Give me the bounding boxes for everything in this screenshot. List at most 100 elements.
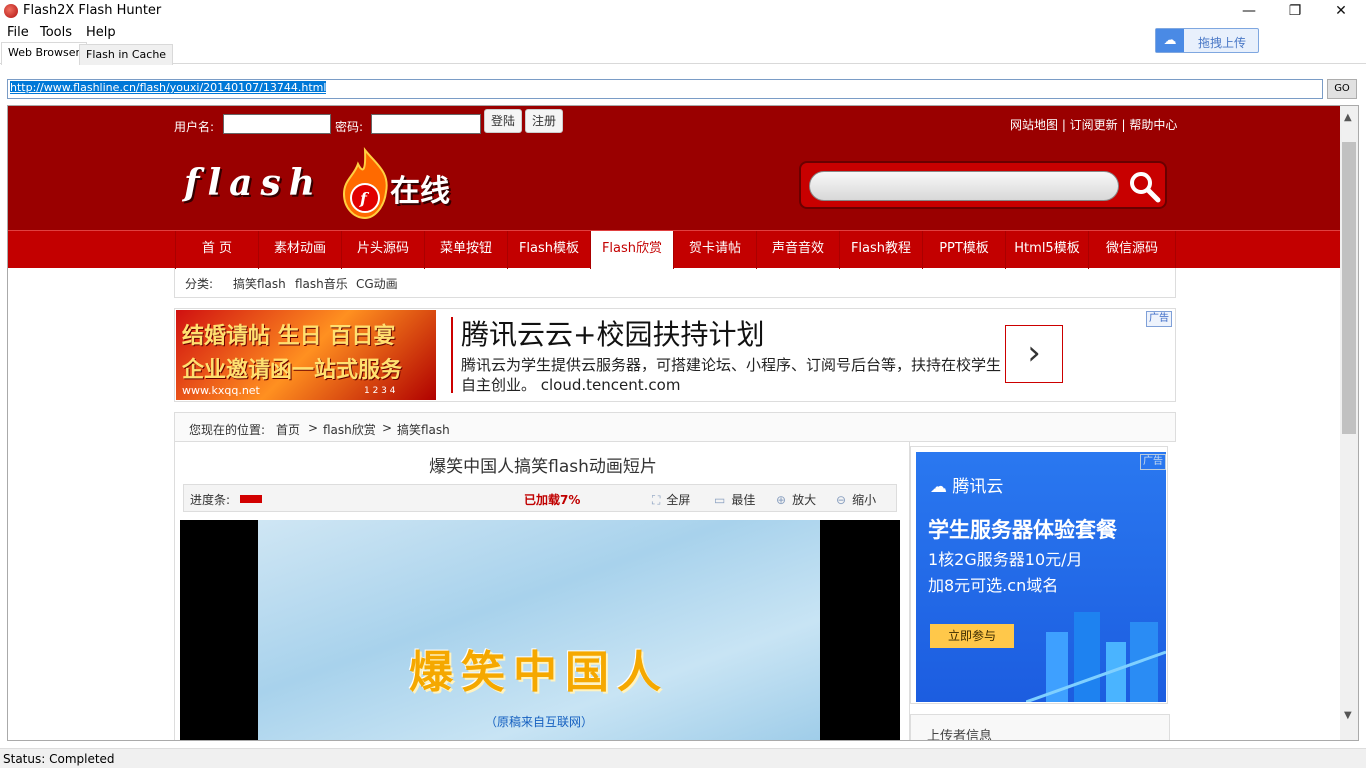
register-button[interactable]: 注册 xyxy=(525,109,563,133)
status-bar: Status: Completed xyxy=(0,748,1366,768)
loaded-text: 已加载7% xyxy=(524,493,581,507)
category-label: 分类: xyxy=(185,277,214,291)
go-button[interactable]: GO xyxy=(1327,79,1357,99)
uploader-title: 上传者信息 xyxy=(927,729,993,741)
browser-viewport[interactable]: 用户名: 密码: 登陆 注册 网站地图 | 订阅更新 | 帮助中心 flash … xyxy=(7,105,1359,741)
login-button[interactable]: 登陆 xyxy=(484,109,522,133)
breadcrumb-item[interactable]: flash欣赏 xyxy=(323,421,376,438)
ad-description[interactable]: 腾讯云为学生提供云服务器，可搭建论坛、小程序、订阅号后台等，扶持在校学生自主创业… xyxy=(461,355,1001,395)
menu-help[interactable]: Help xyxy=(86,25,116,40)
flash-title: 爆笑中国人搞笑flash动画短片 xyxy=(429,457,657,477)
username-input[interactable] xyxy=(223,114,331,134)
uploader-info: 上传者信息 xyxy=(910,714,1170,741)
nav-item-materials[interactable]: 素材动画 xyxy=(259,231,342,269)
top-links[interactable]: 网站地图 | 订阅更新 | 帮助中心 xyxy=(1010,116,1177,133)
movie-heading: 爆笑中国人 xyxy=(409,647,669,698)
nav-item-home[interactable]: 首 页 xyxy=(176,231,259,269)
category-item[interactable]: 搞笑flash xyxy=(233,275,286,292)
search-icon[interactable] xyxy=(1127,169,1161,203)
tencent-cloud-logo: ☁ 腾讯云 xyxy=(930,477,1004,497)
flash-screen: 爆笑中国人 （原稿来自互联网） xyxy=(258,520,820,740)
side-ad-line1: 1核2G服务器10元/月 xyxy=(928,550,1083,569)
password-label: 密码: xyxy=(335,120,364,134)
category-item[interactable]: flash音乐 xyxy=(295,275,348,292)
best-fit-icon: ▭ xyxy=(714,493,726,507)
nav-item-html5-templates[interactable]: Html5模板 xyxy=(1006,231,1089,269)
nav-item-sound-effects[interactable]: 声音音效 xyxy=(757,231,840,269)
nav-item-flash-templates[interactable]: Flash模板 xyxy=(508,231,591,269)
scroll-down-icon[interactable]: ▼ xyxy=(1344,710,1352,721)
restore-button[interactable]: ❐ xyxy=(1272,0,1318,22)
fullscreen-button[interactable]: ⛶ 全屏 xyxy=(652,491,690,508)
player-panel: 爆笑中国人搞笑flash动画短片 进度条: 已加载7% ⛶ 全屏 ▭ 最佳 ⊕ 放大 … xyxy=(174,442,910,740)
ad-banner-url: www.kxqq.net xyxy=(182,384,260,397)
movie-subtitle: （原稿来自互联网） xyxy=(484,715,593,729)
menu-tools[interactable]: Tools xyxy=(40,25,72,40)
ad-separator xyxy=(451,317,453,393)
vertical-scrollbar[interactable]: ▲ ▼ xyxy=(1340,106,1358,740)
flash-movie[interactable]: 爆笑中国人 （原稿来自互联网） xyxy=(180,520,900,740)
main-nav: 首 页 素材动画 片头源码 菜单按钮 Flash模板 Flash欣赏 贺卡请帖 … xyxy=(8,230,1340,269)
menu-file[interactable]: File xyxy=(7,25,29,40)
breadcrumb-item[interactable]: 首页 xyxy=(276,421,300,438)
scroll-thumb[interactable] xyxy=(1342,142,1356,434)
search-box xyxy=(799,161,1167,209)
side-ad[interactable]: ☁ 腾讯云 学生服务器体验套餐 1核2G服务器10元/月 加8元可选.cn域名 … xyxy=(910,446,1168,704)
title-bar: Flash2X Flash Hunter — ❐ ✕ xyxy=(0,0,1366,22)
side-ad-title: 学生服务器体验套餐 xyxy=(928,518,1117,542)
progress-bar xyxy=(240,495,262,503)
breadcrumb-label: 您现在的位置: xyxy=(189,423,266,437)
breadcrumb-item[interactable]: 搞笑flash xyxy=(397,421,450,438)
flame-icon: f xyxy=(342,146,388,220)
minimize-button[interactable]: — xyxy=(1226,0,1272,22)
window-title: Flash2X Flash Hunter xyxy=(23,3,162,18)
app-icon xyxy=(4,4,18,18)
best-fit-button[interactable]: ▭ 最佳 xyxy=(714,491,755,508)
nav-item-ppt-templates[interactable]: PPT模板 xyxy=(923,231,1006,269)
address-input[interactable]: http://www.flashline.cn/flash/youxi/2014… xyxy=(7,79,1323,99)
site-logo[interactable]: flash f 在线 xyxy=(184,146,484,226)
ad-banner-line2: 企业邀请函一站式服务 xyxy=(182,358,403,383)
breadcrumb-separator: > xyxy=(382,421,393,435)
nav-item-greeting-cards[interactable]: 贺卡请帖 xyxy=(674,231,757,269)
scroll-up-icon[interactable]: ▲ xyxy=(1344,112,1352,123)
tab-web-browser[interactable]: Web Browser xyxy=(1,42,88,65)
search-input[interactable] xyxy=(809,171,1119,201)
city-illustration xyxy=(1026,612,1166,702)
category-bar: 分类: 搞笑flash flash音乐 CG动画 xyxy=(174,268,1176,298)
zoom-out-icon: ⊖ xyxy=(836,493,847,507)
fullscreen-icon: ⛶ xyxy=(652,493,661,507)
site-header: 用户名: 密码: 登陆 注册 网站地图 | 订阅更新 | 帮助中心 flash … xyxy=(8,106,1340,230)
close-button[interactable]: ✕ xyxy=(1318,0,1364,22)
ad-banner-pages[interactable]: 1 2 3 4 xyxy=(364,386,396,396)
nav-items: 首 页 素材动画 片头源码 菜单按钮 Flash模板 Flash欣赏 贺卡请帖 … xyxy=(175,231,1176,269)
ad-arrow-button[interactable]: › xyxy=(1005,325,1063,383)
ad-badge: 广告 xyxy=(1146,311,1172,327)
tab-flash-in-cache[interactable]: Flash in Cache xyxy=(79,44,174,65)
progress-label: 进度条: xyxy=(190,493,231,507)
nav-item-wechat-source[interactable]: 微信源码 xyxy=(1089,231,1176,269)
username-label: 用户名: xyxy=(174,120,215,134)
password-input[interactable] xyxy=(371,114,481,134)
nav-item-intro-source[interactable]: 片头源码 xyxy=(342,231,425,269)
nav-item-menu-buttons[interactable]: 菜单按钮 xyxy=(425,231,508,269)
tab-strip: Web Browser Flash in Cache xyxy=(0,42,1366,65)
nav-item-flash-appreciation[interactable]: Flash欣赏 xyxy=(591,231,674,269)
zoom-out-button[interactable]: ⊖ 缩小 xyxy=(836,491,876,508)
address-url: http://www.flashline.cn/flash/youxi/2014… xyxy=(10,81,327,94)
side-ad-badge: 广告 xyxy=(1140,454,1166,470)
ad-title[interactable]: 腾讯云云+校园扶持计划 xyxy=(461,313,764,353)
category-item[interactable]: CG动画 xyxy=(356,275,398,292)
ad-row: 结婚请帖 生日 百日宴 企业邀请函一站式服务 www.kxqq.net 1 2 … xyxy=(174,308,1176,402)
nav-item-flash-tutorials[interactable]: Flash教程 xyxy=(840,231,923,269)
logo-cn-text: 在线 xyxy=(390,174,450,209)
logo-text: flash xyxy=(184,162,323,204)
tencent-cloud-ad: ☁ 腾讯云 学生服务器体验套餐 1核2G服务器10元/月 加8元可选.cn域名 … xyxy=(916,452,1166,702)
zoom-in-icon: ⊕ xyxy=(776,493,787,507)
player-controls: 进度条: 已加载7% ⛶ 全屏 ▭ 最佳 ⊕ 放大 ⊖ 缩小 xyxy=(183,484,897,512)
status-text: Status: Completed xyxy=(3,752,115,766)
wedding-invite-ad-banner[interactable]: 结婚请帖 生日 百日宴 企业邀请函一站式服务 www.kxqq.net 1 2 … xyxy=(176,310,436,400)
join-now-button[interactable]: 立即参与 xyxy=(930,624,1014,648)
breadcrumb: 您现在的位置: 首页 > flash欣赏 > 搞笑flash xyxy=(174,412,1176,442)
zoom-in-button[interactable]: ⊕ 放大 xyxy=(776,491,816,508)
